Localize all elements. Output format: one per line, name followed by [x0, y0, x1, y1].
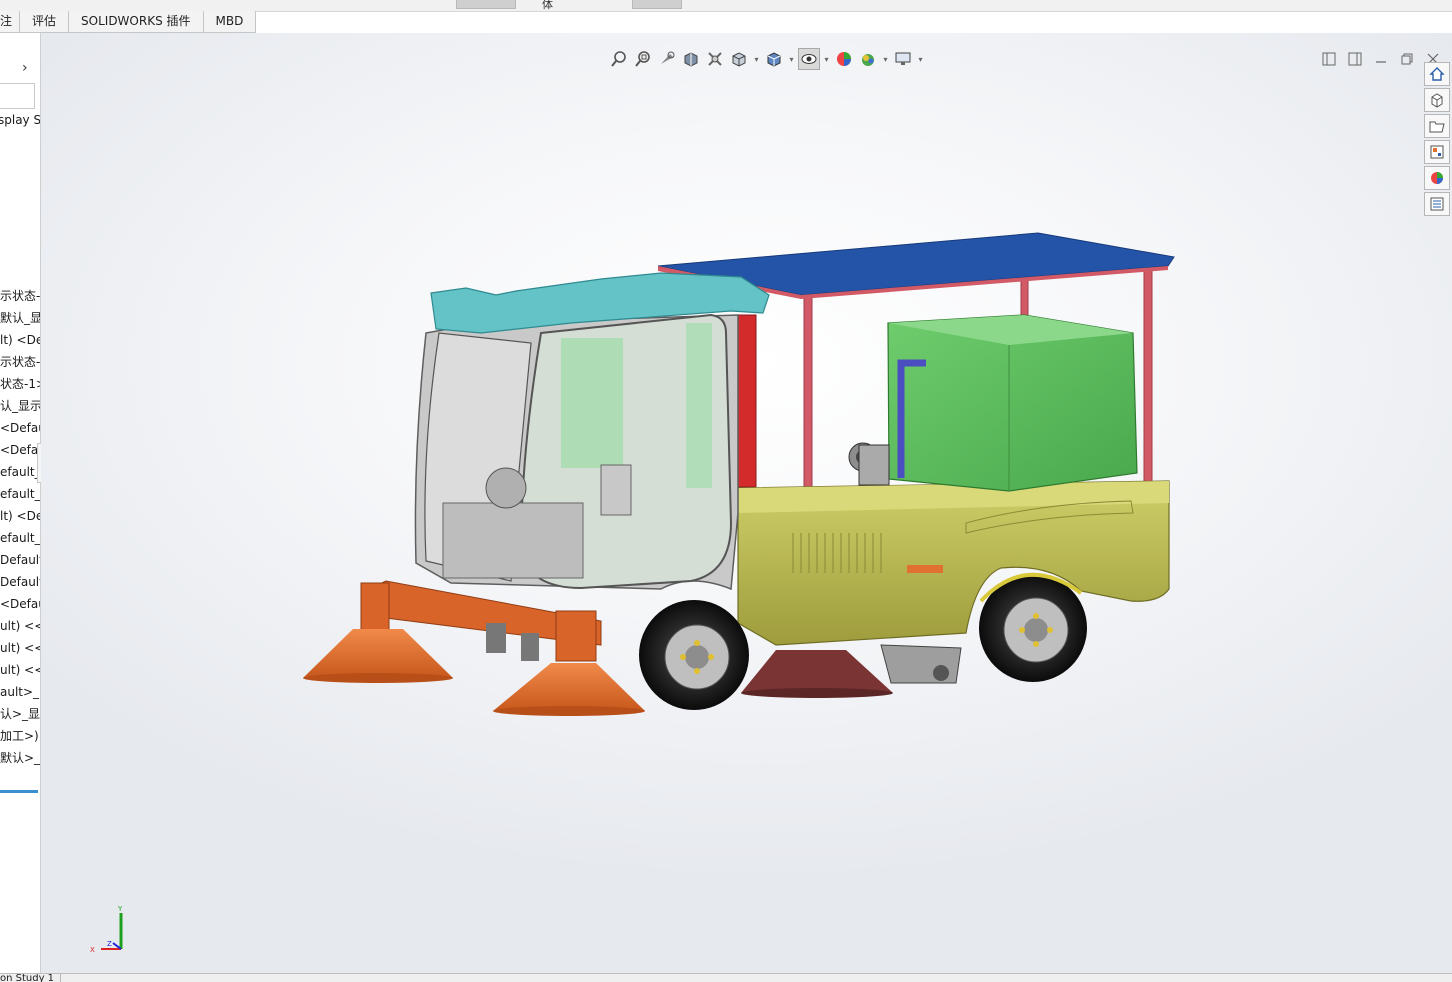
ribbon-tab-segment[interactable] [456, 0, 516, 9]
task-pane-tabs [1424, 62, 1450, 218]
front-brush-left [303, 629, 453, 678]
pump-motor [848, 442, 890, 486]
feature-tree-item[interactable]: 默认>_ [0, 747, 40, 769]
feature-tree-item[interactable]: ult) << [0, 659, 40, 681]
feature-tree-item[interactable]: efault_D [0, 527, 40, 549]
filter-input[interactable] [0, 83, 35, 109]
reference-triad: Y X Z [90, 905, 123, 954]
triad-y-label: Y [117, 905, 123, 913]
graphics-viewport[interactable]: ▾ ▾ ▾ ▾ ▾ Y X Z [41, 33, 1452, 973]
triad-z-label: Z [107, 940, 112, 948]
feature-tree-item[interactable]: 认_显示 [0, 395, 40, 417]
feature-tree-item[interactable]: 加工>) [0, 725, 40, 747]
water-tank [887, 314, 1138, 492]
triad-x-label: X [90, 946, 95, 954]
feature-tree-item[interactable]: <Defau [0, 593, 40, 615]
feature-tree: 示状态-1默认_显示lt) <De示状态-状态-1>认_显示<Defau<Def… [0, 285, 40, 769]
cab-rear-pillar [737, 314, 757, 488]
feature-tree-item[interactable]: efault_D [0, 483, 40, 505]
feature-tree-item[interactable]: 状态-1> [0, 373, 40, 395]
front-brush-right [493, 663, 645, 711]
feature-tree-item[interactable]: lt) <De [0, 329, 40, 351]
sweeper-3d-model[interactable] [41, 33, 1452, 973]
tab-annotation[interactable]: 注 [0, 11, 21, 33]
home-icon[interactable] [1424, 62, 1450, 86]
rear-squeegee [880, 644, 962, 684]
feature-tree-item[interactable]: <Defau [0, 417, 40, 439]
custom-properties-icon[interactable] [1424, 192, 1450, 216]
file-explorer-icon[interactable] [1424, 114, 1450, 138]
feature-tree-item[interactable]: lt) <De [0, 505, 40, 527]
appearances-icon[interactable] [1424, 166, 1450, 190]
front-wheel [639, 600, 749, 710]
feature-manager-panel: › splay S 示状态-1默认_显示lt) <De示状态-状态-1>认_显示… [0, 33, 41, 973]
ribbon-tab-partial-label: 体 [542, 0, 553, 11]
tab-evaluate[interactable]: 评估 [20, 11, 70, 33]
feature-tree-item[interactable]: 认>_显 [0, 703, 40, 725]
display-state-label: splay S [0, 113, 41, 127]
feature-tree-item[interactable]: 示状态- [0, 351, 40, 373]
feature-tree-item[interactable]: 默认_显示 [0, 307, 40, 329]
design-library-icon[interactable] [1424, 88, 1450, 112]
feature-tree-item[interactable]: ault>_F [0, 681, 40, 703]
feature-tree-item[interactable]: ult) << [0, 637, 40, 659]
tab-solidworks-addins[interactable]: SOLIDWORKS 插件 [69, 11, 204, 33]
rear-brush [741, 650, 893, 693]
panel-scroll-indicator [0, 790, 38, 793]
feature-tree-item[interactable]: ult) << [0, 615, 40, 637]
tab-mbd[interactable]: MBD [203, 11, 257, 33]
command-manager-tabs: 注 评估 SOLIDWORKS 插件 MBD [0, 11, 257, 33]
expand-arrow-icon[interactable]: › [22, 60, 28, 76]
ribbon-tab-segment[interactable] [632, 0, 682, 9]
feature-tree-item[interactable]: <Defau [0, 439, 40, 461]
feature-tree-item[interactable]: 示状态-1 [0, 285, 40, 307]
feature-tree-item[interactable]: Default [0, 571, 40, 593]
view-palette-icon[interactable] [1424, 140, 1450, 164]
feature-tree-item[interactable]: Default [0, 549, 40, 571]
feature-tree-item[interactable]: efault_D [0, 461, 40, 483]
